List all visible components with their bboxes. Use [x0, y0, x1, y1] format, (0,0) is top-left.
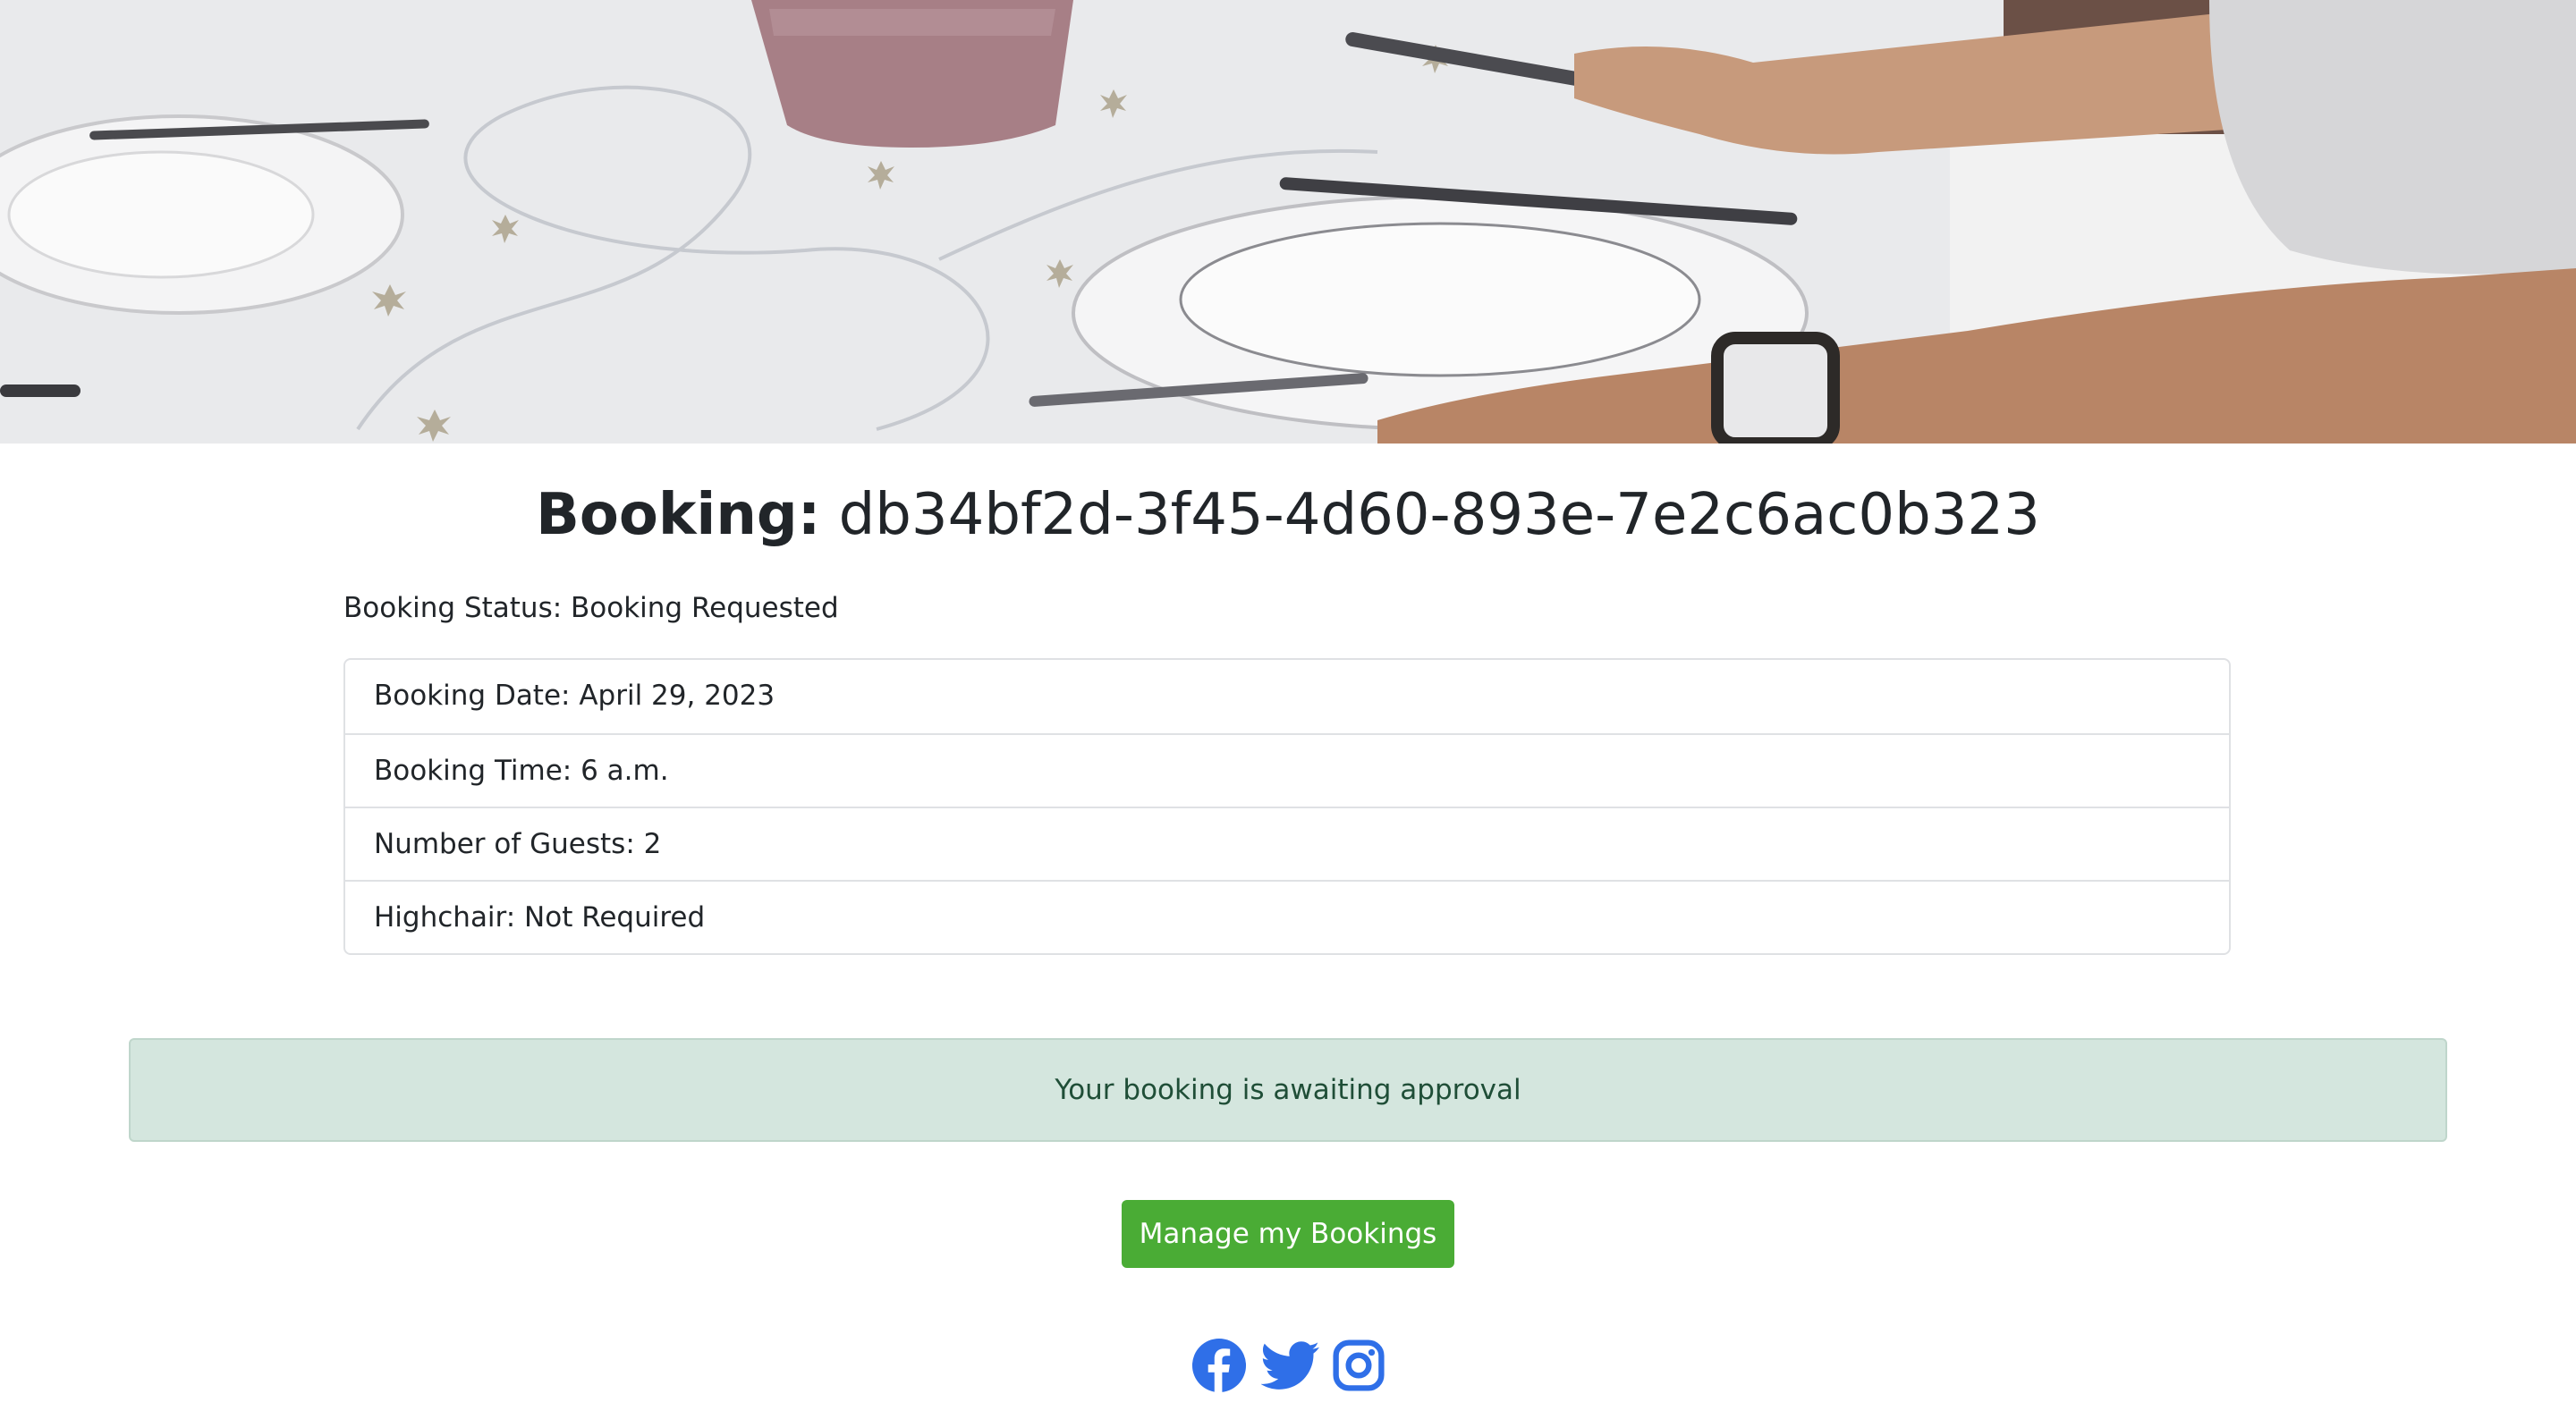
hero-photo	[0, 0, 2576, 444]
awaiting-approval-alert: Your booking is awaiting approval	[129, 1038, 2447, 1142]
booking-details-list: Booking Date: April 29, 2023 Booking Tim…	[343, 658, 2231, 955]
number-of-guests: Number of Guests: 2	[345, 807, 2229, 880]
booking-title-label: Booking:	[536, 482, 821, 548]
twitter-icon[interactable]	[1261, 1338, 1320, 1393]
page-title: Booking: db34bf2d-3f45-4d60-893e-7e2c6ac…	[0, 472, 2576, 558]
hero-image	[0, 0, 2576, 444]
facebook-icon[interactable]	[1191, 1338, 1247, 1393]
booking-date: Booking Date: April 29, 2023	[374, 680, 775, 712]
manage-bookings-button[interactable]: Manage my Bookings	[1122, 1200, 1454, 1268]
highchair: Highchair: Not Required	[345, 880, 2229, 953]
instagram-icon[interactable]	[1333, 1339, 1385, 1391]
booking-id: db34bf2d-3f45-4d60-893e-7e2c6ac0b323	[838, 482, 2040, 548]
booking-time: Booking Time: 6 a.m.	[345, 733, 2229, 807]
booking-status: Booking Status: Booking Requested	[343, 592, 839, 624]
social-links	[1190, 1338, 1386, 1395]
